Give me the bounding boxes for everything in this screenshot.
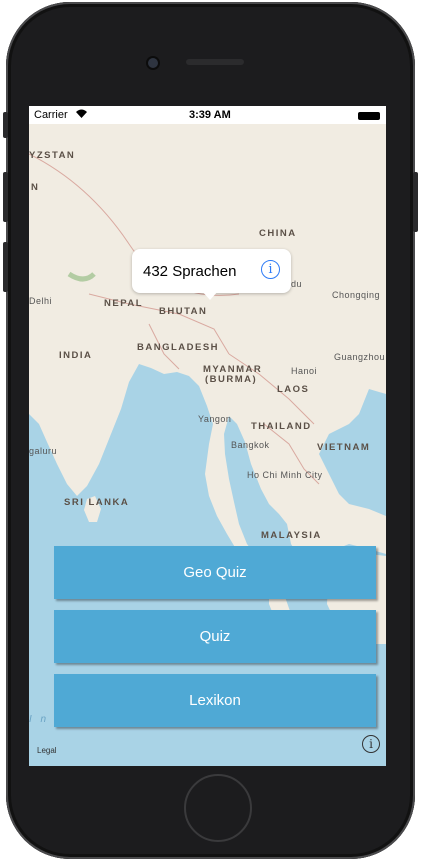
map-label-nepal: NEPAL <box>104 298 143 309</box>
side-button-volume-down[interactable] <box>3 242 8 292</box>
callout-text: 432 Sprachen <box>143 263 237 280</box>
map-label-china: CHINA <box>259 228 297 239</box>
map-info-icon[interactable]: i <box>362 735 380 753</box>
map-label-guangzhou: Guangzhou <box>334 352 386 362</box>
map-label-bangladesh: BANGLADESH <box>137 342 220 353</box>
lexikon-button[interactable]: Lexikon <box>54 674 376 727</box>
speaker-grille <box>186 59 244 65</box>
side-button-volume-up[interactable] <box>3 172 8 222</box>
map-label-bhutan: BHUTAN <box>159 306 208 317</box>
map-label-delhi: Delhi <box>29 296 53 306</box>
map-label-india: INDIA <box>59 350 93 361</box>
map-label-chongqing: Chongqing <box>332 290 381 300</box>
map-label-thailand: THAILAND <box>251 421 312 432</box>
status-bar: Carrier 3:39 AM <box>29 106 386 124</box>
map-label-burma: (BURMA) <box>205 374 258 385</box>
info-icon[interactable]: i <box>261 260 280 279</box>
quiz-button[interactable]: Quiz <box>54 610 376 663</box>
language-callout[interactable]: 432 Sprachen i <box>132 249 291 293</box>
camera-icon <box>148 58 158 68</box>
map-label-ho-chi-minh: Ho Chi Minh City <box>247 470 323 480</box>
map-view[interactable]: YZSTAN N CHINA Delhi NEPAL BHUTAN du Cho… <box>29 124 386 766</box>
legal-link[interactable]: Legal <box>37 746 57 755</box>
map-label-yangon: Yangon <box>198 414 232 424</box>
home-button[interactable] <box>184 774 252 842</box>
map-label-sri-lanka: SRI LANKA <box>64 497 130 508</box>
geo-quiz-button[interactable]: Geo Quiz <box>54 546 376 599</box>
side-button-mute[interactable] <box>3 112 8 138</box>
map-label-bengaluru: galuru <box>29 446 58 456</box>
map-label-malaysia: MALAYSIA <box>261 530 322 541</box>
map-label-laos: LAOS <box>277 384 310 395</box>
callout-tail <box>201 290 219 300</box>
map-label-n: N <box>31 182 40 193</box>
status-time: 3:39 AM <box>189 109 231 121</box>
map-label-vietnam: VIETNAM <box>317 442 371 453</box>
battery-icon <box>358 112 380 120</box>
screen: Carrier 3:39 AM YZSTAN N CHINA Delhi NEP… <box>29 106 386 766</box>
carrier-label: Carrier <box>34 109 68 121</box>
map-label-chengdu: du <box>291 279 303 289</box>
wifi-icon <box>76 109 87 121</box>
map-label-kyrgyzstan: YZSTAN <box>29 150 76 161</box>
map-label-hanoi: Hanoi <box>291 366 318 376</box>
side-button-power[interactable] <box>413 172 418 232</box>
map-label-bangkok: Bangkok <box>231 440 270 450</box>
